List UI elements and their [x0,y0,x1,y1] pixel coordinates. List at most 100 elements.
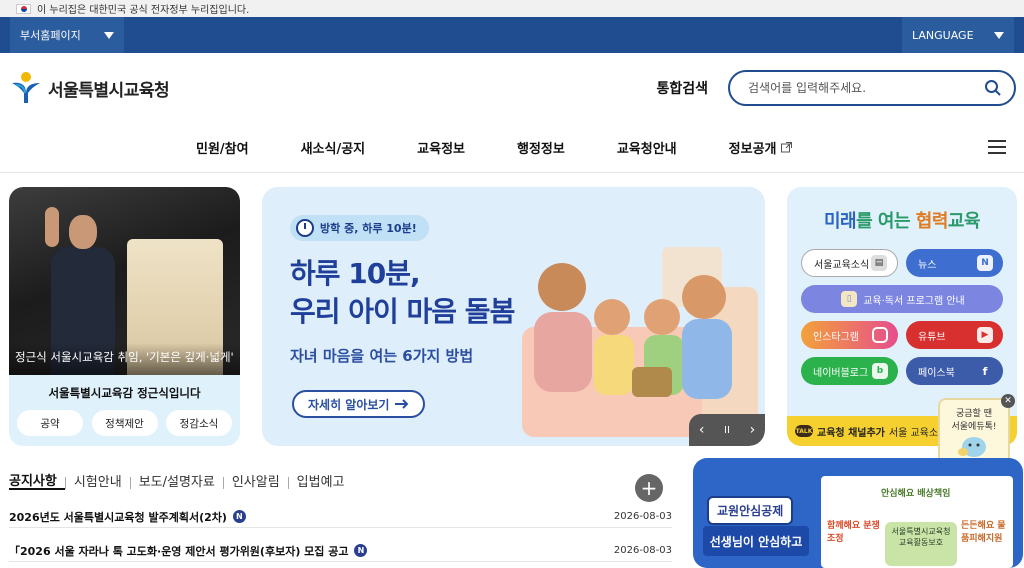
next-slide-button[interactable]: › [750,422,756,438]
banner-badge-text: 방학 중, 하루 10분! [320,222,417,235]
new-badge-icon: N [232,510,246,523]
superintendent-photo[interactable]: 정근식 서울시교육감 취임, '기본은 깊게·넓게' [9,187,240,375]
banner-subtitle: 자녀 마음을 여는 6가지 방법 [290,347,474,365]
superintendent-title: 서울특별시교육감 정근식입니다 [48,386,201,400]
list-item[interactable]: 「2026 서울 자라나 톡 고도화·운영 제안서 평가위원(후보자) 모집 공… [9,540,672,562]
promo-item-3: 든든해요 물품피해지원 [961,521,1006,544]
reading-program-label: 교육·독서 프로그램 안내 [863,295,965,307]
mascot-icon [958,437,986,457]
chevron-down-icon [994,31,1004,39]
more-notices-button[interactable]: + [635,474,663,502]
photo-caption[interactable]: 정근식 서울시교육감 취임, '기본은 깊게·넓게' [9,343,240,375]
notice-date: 2026-08-03 [613,511,672,522]
promo-infographic: 안심해요 배상책임 함께해요 분쟁조정 든든해요 물품피해지원 서울특별시교육청… [821,476,1013,568]
news-button[interactable]: 뉴스 N [906,249,1003,277]
banner-headline: 하루 10분, 우리 아이 마음 돌봄 [290,255,515,331]
search-label: 통합검색 [656,81,708,97]
notice-title-text: 「2026 서울 자라나 톡 고도화·운영 제안서 평가위원(후보자) 모집 공… [9,544,349,558]
seoul-edu-logo-icon [12,72,40,103]
main-nav: 민원/참여 새소식/공지 교육정보 행정정보 교육청안내 정보공개 [0,123,1024,173]
youtube-icon: ▶ [977,327,993,343]
nav-item-open-info[interactable]: 정보공개 [729,138,792,157]
notice-title-text: 2026년도 서울특별시교육청 발주계획서(2차) [9,510,227,524]
promo-item-1: 안심해요 배상책임 [881,489,951,499]
tv-icon: ▤ [871,255,887,271]
site-logo[interactable]: 서울특별시교육청 [10,71,170,105]
edutalk-line1: 궁금할 땐 [956,409,992,419]
tab-legislation[interactable]: 입법예고 [287,476,353,489]
teacher-insurance-banner[interactable]: 교원안심공제 선생님이 안심하고 안심해요 배상책임 함께해요 분쟁조정 든든해… [693,458,1023,568]
new-badge-icon: N [354,544,368,557]
title-part-coop: 협력 [915,211,949,232]
search-icon[interactable] [984,79,1002,97]
learn-more-button[interactable]: 자세히 알아보기 [292,390,426,418]
nav-item-open-info-label: 정보공개 [728,142,777,157]
tab-exam[interactable]: 시험안내 [64,476,130,489]
banner-headline-1: 하루 10분, [290,257,421,290]
language-dropdown[interactable]: LANGUAGE [902,17,1014,53]
pledge-button[interactable]: 공약 [17,410,83,436]
learn-more-label: 자세히 알아보기 [308,397,390,412]
gov-notice-bar: 이 누리집은 대한민국 공식 전자정부 누리집입니다. [0,0,1024,17]
nav-item-news[interactable]: 새소식/공지 [301,138,366,157]
blog-icon: b [872,363,888,379]
seoul-edu-news-button[interactable]: 서울교육소식 ▤ [801,249,898,277]
search-area: 통합검색 [656,70,1016,106]
tab-personnel[interactable]: 인사알림 [222,476,288,489]
family-illustration [522,247,758,437]
prev-slide-button[interactable]: ‹ [699,422,705,438]
kakao-channel-label: 교육청 채널추가 [817,427,885,439]
arrow-right-icon [395,399,409,409]
naver-blog-label: 네이버블로그 [813,367,869,379]
pause-slide-button[interactable]: II [724,425,730,436]
nav-item-civil[interactable]: 민원/참여 [196,138,249,157]
superintendent-news-button[interactable]: 정감소식 [166,410,232,436]
youtube-label: 유튜브 [918,331,946,343]
nav-item-office-guide[interactable]: 교육청안내 [617,138,677,157]
book-icon: ▯ [841,291,858,307]
title-part-opening: 를 여는 [856,211,916,232]
notice-tabs: 공지사항 시험안내 보도/설명자료 인사알림 입법예고 [9,475,353,490]
facebook-button[interactable]: 페이스북 f [906,357,1003,385]
banner-badge: 방학 중, 하루 10분! [290,215,429,241]
youtube-button[interactable]: 유튜브 ▶ [906,321,1003,349]
promo-subtitle: 선생님이 안심하고 [703,526,809,556]
facebook-label: 페이스북 [918,367,955,379]
title-part-future: 미래 [823,211,857,232]
korea-flag-icon [16,3,31,14]
close-icon[interactable]: ✕ [1001,394,1015,408]
list-item[interactable]: 2026년도 서울특별시교육청 발주계획서(2차) N 2026-08-03 [9,506,672,528]
promo-badge: 교원안심공제 [707,496,794,525]
facebook-icon: f [982,364,988,378]
slide-controls: ‹ II › [689,414,765,446]
naver-icon: N [977,255,993,271]
dept-homepage-dropdown[interactable]: 부서홈페이지 [10,17,124,53]
instagram-button[interactable]: 인스타그램 [801,321,898,349]
banner-headline-2: 우리 아이 마음 돌봄 [290,295,515,328]
chevron-down-icon [104,31,114,39]
instagram-icon [872,327,888,343]
tab-notice[interactable]: 공지사항 [9,475,65,490]
reading-program-button[interactable]: ▯ 교육·독서 프로그램 안내 [801,285,1003,313]
search-input[interactable] [748,81,968,95]
notice-title: 2026년도 서울특별시교육청 발주계획서(2차) N [9,509,246,525]
dept-homepage-label: 부서홈페이지 [20,29,81,42]
menu-icon[interactable] [988,140,1006,154]
utility-bar: 부서홈페이지 LANGUAGE [0,17,1024,53]
nav-item-edu-info[interactable]: 교육정보 [417,138,465,157]
tab-press[interactable]: 보도/설명자료 [129,476,223,489]
promo-item-4: 서울특별시교육청 교육활동보호 [885,522,957,566]
nav-item-admin-info[interactable]: 행정정보 [517,138,565,157]
naver-blog-button[interactable]: 네이버블로그 b [801,357,898,385]
main-banner[interactable]: 방학 중, 하루 10분! 하루 10분, 우리 아이 마음 돌봄 자녀 마음을… [262,187,765,446]
superintendent-card: 정근식 서울시교육감 취임, '기본은 깊게·넓게' 서울특별시교육감 정근식입… [9,187,240,446]
instagram-label: 인스타그램 [813,331,859,343]
promo-item-2: 함께해요 분쟁조정 [827,521,880,544]
kakao-talk-icon: TALK [795,425,813,437]
policy-proposal-button[interactable]: 정책제안 [91,410,158,436]
cooperation-title: 미래를 여는 협력교육 [787,207,1017,233]
title-part-edu: 교육 [947,211,981,232]
external-link-icon [780,142,792,153]
gov-notice-text: 이 누리집은 대한민국 공식 전자정부 누리집입니다. [37,5,250,16]
notice-title: 「2026 서울 자라나 톡 고도화·운영 제안서 평가위원(후보자) 모집 공… [9,543,368,559]
